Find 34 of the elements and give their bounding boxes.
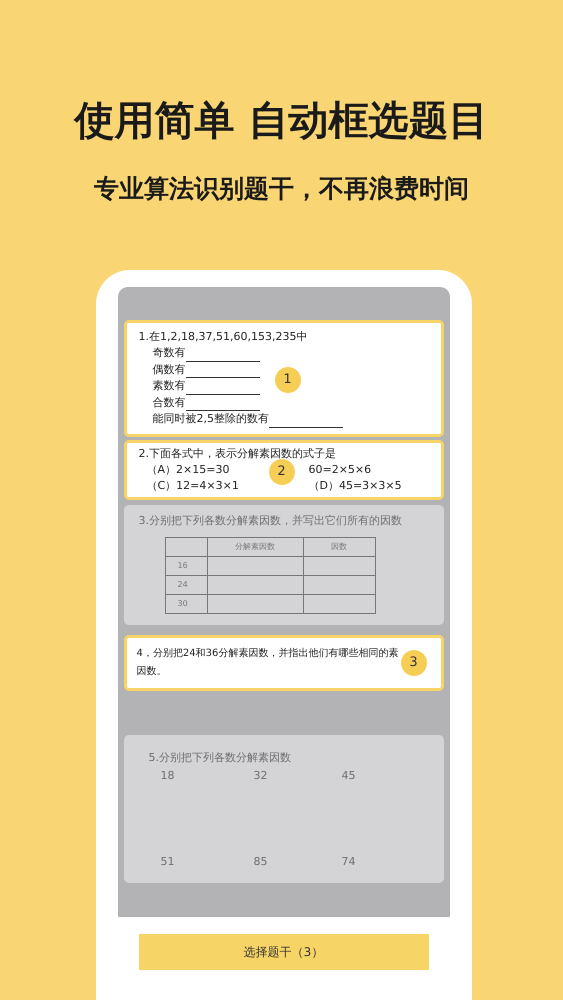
number-label: 18 bbox=[160, 768, 176, 784]
number-badge: 1 bbox=[274, 367, 300, 393]
select-button[interactable]: 选择题干（3） bbox=[138, 934, 428, 970]
question-text: 4，分别把24和36分解素因数，并指出他们有哪些相同的素因数。 bbox=[136, 646, 400, 678]
table-cell: 24 bbox=[165, 575, 207, 594]
answer-option: （C）12=4×3×1 bbox=[146, 478, 239, 494]
blank-label: 奇数有 bbox=[152, 345, 186, 361]
question-card[interactable]: 4，分别把24和36分解素因数，并指出他们有哪些相同的素因数。 3 bbox=[124, 634, 444, 690]
headline: 使用简单 自动框选题目 bbox=[74, 97, 488, 146]
question-title: 1.在1,2,18,37,51,60,153,235中 bbox=[138, 329, 308, 345]
number-label: 51 bbox=[160, 854, 176, 870]
number-badge: 3 bbox=[400, 650, 426, 676]
question-title: 5.分别把下列各数分解素因数 bbox=[148, 750, 292, 766]
blank-label: 能同时被2,5整除的数有 bbox=[152, 411, 269, 427]
table-header: 分解素因数 bbox=[207, 537, 303, 556]
blank-label: 素数有 bbox=[152, 378, 186, 394]
subheadline: 专业算法识别题干，不再浪费时间 bbox=[94, 173, 469, 205]
answer-option: 60=2×5×6 bbox=[308, 462, 372, 478]
blank-label: 偶数有 bbox=[152, 362, 186, 378]
blank-label: 合数有 bbox=[152, 394, 186, 410]
answer-option: （D）45=3×3×5 bbox=[308, 478, 402, 494]
answer-option: （A）2×15=30 bbox=[146, 462, 230, 478]
number-badge: 2 bbox=[268, 458, 294, 484]
question-title: 2.下面各式中，表示分解素因数的式子是 bbox=[138, 446, 337, 462]
question-card[interactable]: 2.下面各式中，表示分解素因数的式子是 （A）2×15=30 60=2×5×6 （C）12=4×3×1 （D）45=3×3×5 2 bbox=[124, 440, 444, 500]
number-label: 85 bbox=[254, 854, 268, 870]
number-label: 45 bbox=[342, 768, 356, 784]
table-header: 因数 bbox=[303, 537, 375, 556]
table-cell: 30 bbox=[165, 594, 207, 613]
number-label: 32 bbox=[254, 768, 268, 784]
number-label: 74 bbox=[342, 854, 356, 870]
question-title: 3.分别把下列各数分解素因数，并写出它们所有的因数 bbox=[138, 512, 403, 528]
table-cell: 16 bbox=[165, 556, 207, 575]
question-card[interactable]: 1.在1,2,18,37,51,60,153,235中 奇数有 偶数有 素数有 合数有 能同时被2,5整除的数有 1 bbox=[124, 320, 444, 436]
